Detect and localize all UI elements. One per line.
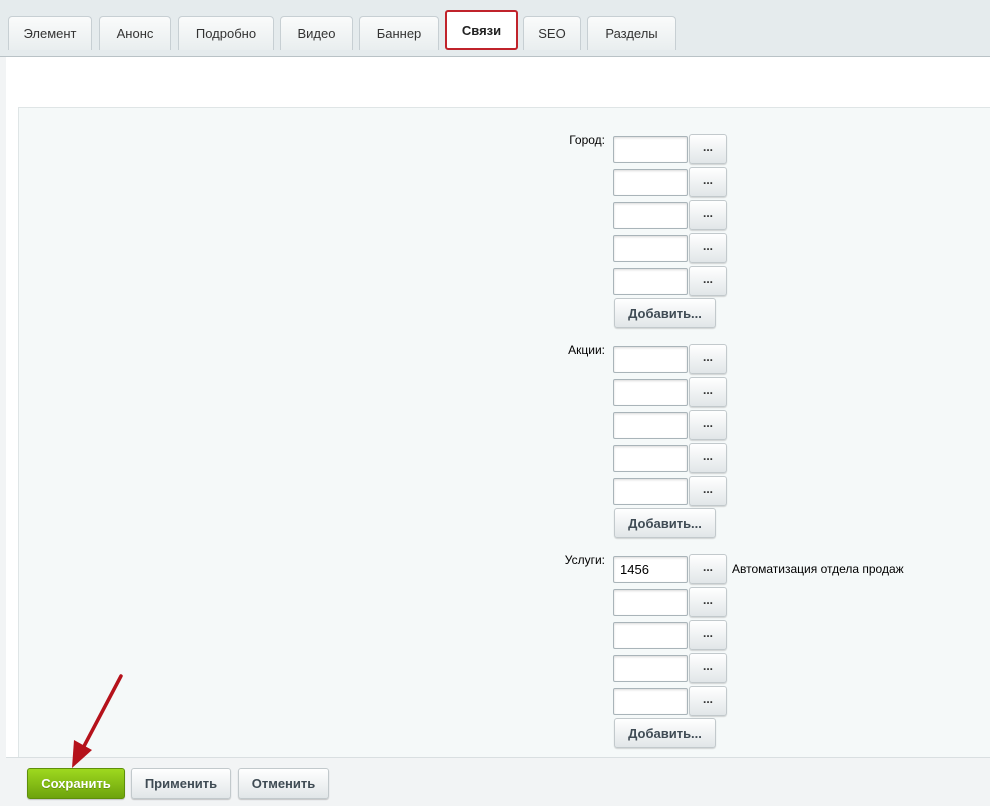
promos-browse-button[interactable]: ...: [689, 410, 727, 440]
promos-add-button[interactable]: Добавить...: [614, 508, 716, 538]
tab-bar: Элемент Анонс Подробно Видео Баннер Связ…: [0, 0, 990, 57]
promos-id-input[interactable]: [613, 478, 688, 505]
promos-browse-button[interactable]: ...: [689, 344, 727, 374]
city-id-input[interactable]: [613, 136, 688, 163]
city-id-input[interactable]: [613, 202, 688, 229]
tab-banner[interactable]: Баннер: [359, 16, 439, 50]
tab-seo[interactable]: SEO: [523, 16, 581, 50]
promos-browse-button[interactable]: ...: [689, 476, 727, 506]
city-browse-button[interactable]: ...: [689, 233, 727, 263]
services-browse-button[interactable]: ...: [689, 587, 727, 617]
services-id-input[interactable]: [613, 688, 688, 715]
tab-details[interactable]: Подробно: [178, 16, 274, 50]
promos-label: Акции:: [568, 343, 605, 357]
promos-browse-button[interactable]: ...: [689, 377, 727, 407]
promos-id-input[interactable]: [613, 445, 688, 472]
services-id-input[interactable]: [613, 589, 688, 616]
tab-sections[interactable]: Разделы: [587, 16, 676, 50]
tab-element[interactable]: Элемент: [8, 16, 92, 50]
services-id-input[interactable]: [613, 622, 688, 649]
promos-id-input[interactable]: [613, 379, 688, 406]
services-id-input[interactable]: [613, 655, 688, 682]
cancel-button[interactable]: Отменить: [238, 768, 329, 799]
city-label: Город:: [569, 133, 605, 147]
city-browse-button[interactable]: ...: [689, 134, 727, 164]
promos-id-input[interactable]: [613, 412, 688, 439]
city-add-button[interactable]: Добавить...: [614, 298, 716, 328]
city-id-input[interactable]: [613, 169, 688, 196]
city-id-input[interactable]: [613, 235, 688, 262]
city-browse-button[interactable]: ...: [689, 167, 727, 197]
city-browse-button[interactable]: ...: [689, 266, 727, 296]
services-id-input[interactable]: [613, 556, 688, 583]
links-form-area: [18, 107, 990, 757]
tab-video[interactable]: Видео: [280, 16, 353, 50]
tab-links[interactable]: Связи: [445, 10, 518, 50]
services-browse-button[interactable]: ...: [689, 686, 727, 716]
promos-browse-button[interactable]: ...: [689, 443, 727, 473]
services-linked-name: Автоматизация отдела продаж: [732, 562, 904, 576]
apply-button[interactable]: Применить: [131, 768, 231, 799]
city-id-input[interactable]: [613, 268, 688, 295]
services-browse-button[interactable]: ...: [689, 653, 727, 683]
tab-announce[interactable]: Анонс: [99, 16, 171, 50]
services-label: Услуги:: [564, 553, 605, 567]
promos-id-input[interactable]: [613, 346, 688, 373]
services-add-button[interactable]: Добавить...: [614, 718, 716, 748]
services-browse-button[interactable]: ...: [689, 620, 727, 650]
city-browse-button[interactable]: ...: [689, 200, 727, 230]
annotation-arrow-icon: [72, 674, 123, 768]
services-browse-button[interactable]: ...: [689, 554, 727, 584]
